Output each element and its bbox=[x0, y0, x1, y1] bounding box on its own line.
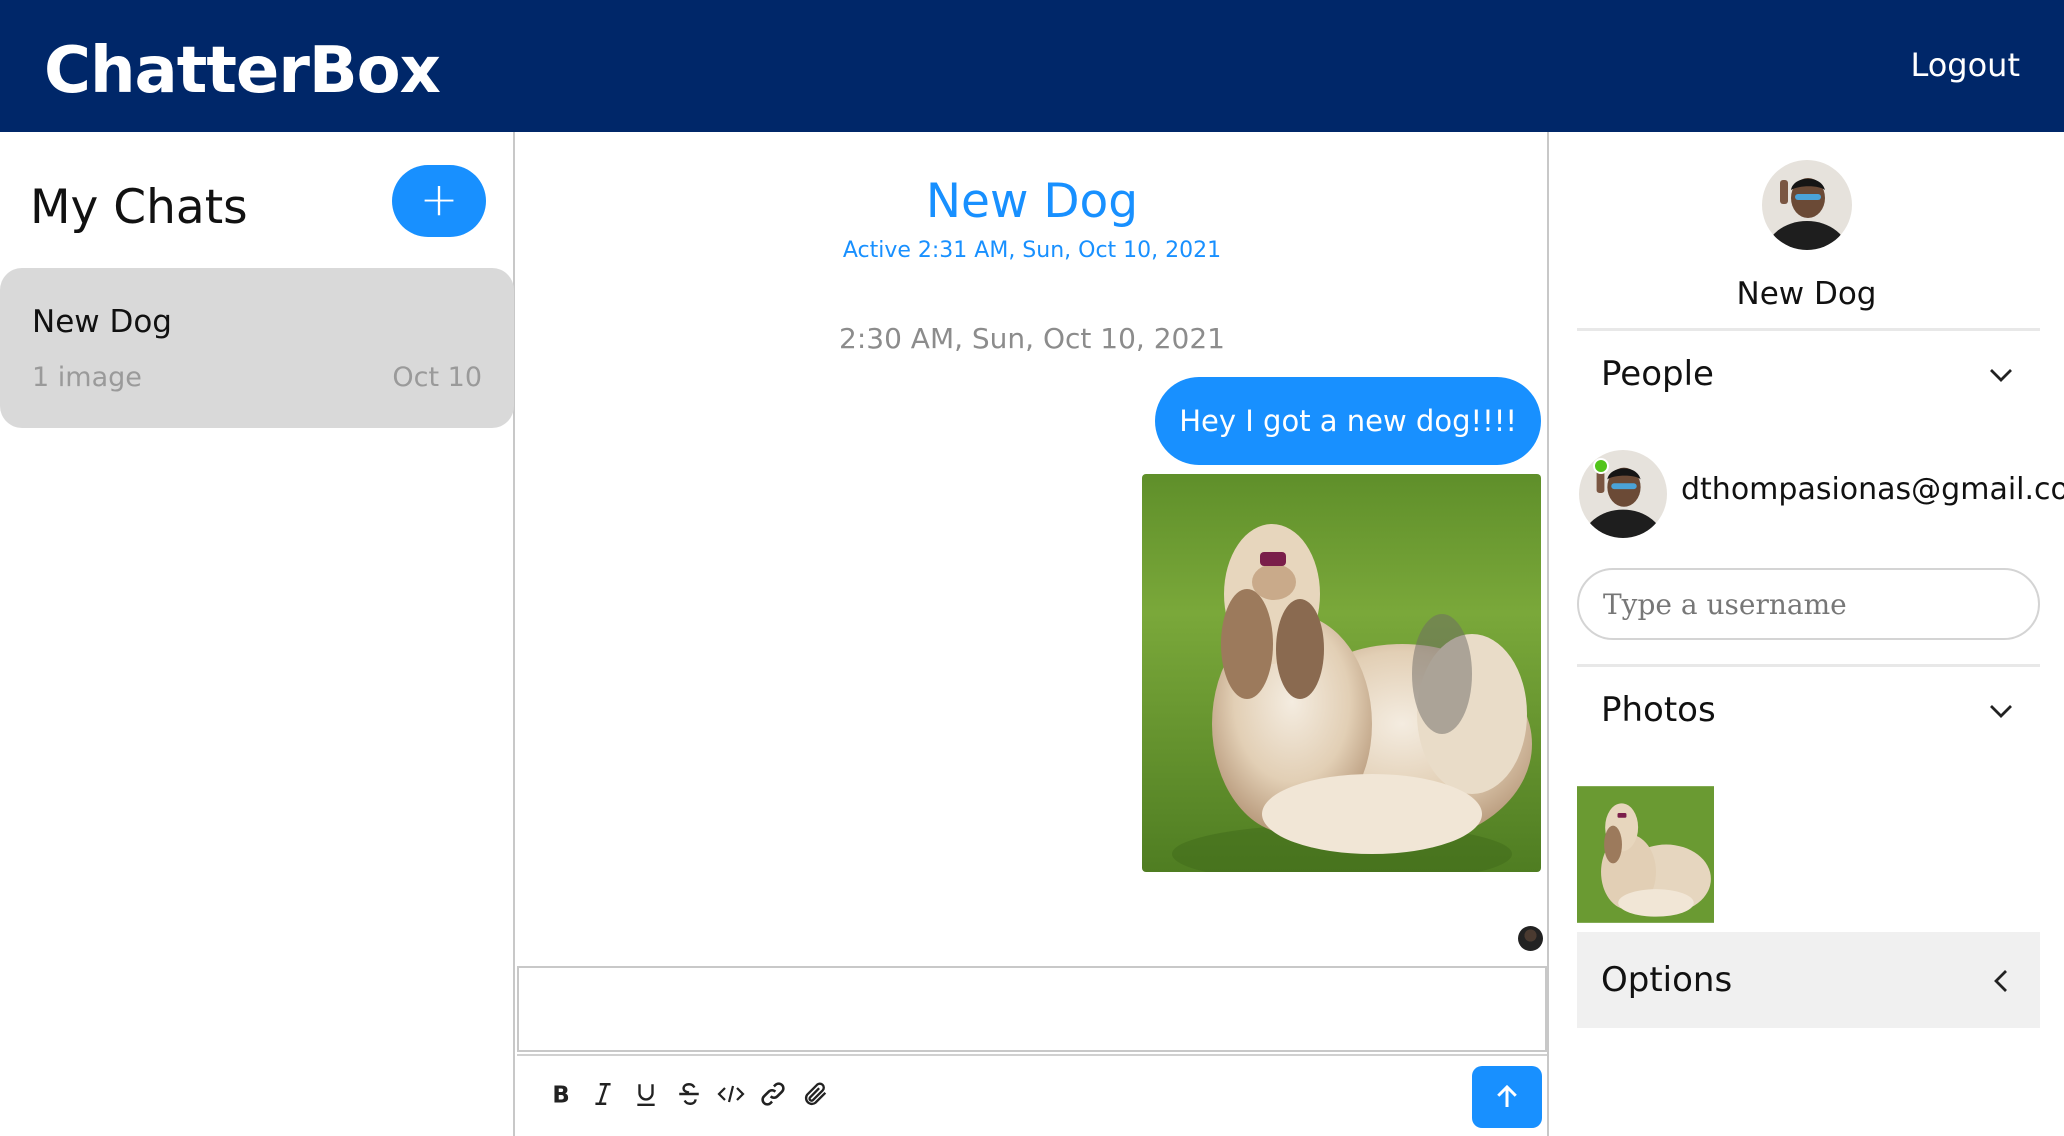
new-chat-button[interactable]: + bbox=[392, 165, 486, 237]
formatting-toolbar: B bbox=[517, 1054, 1547, 1136]
chat-avatar bbox=[1762, 160, 1852, 250]
link-icon[interactable] bbox=[751, 1072, 795, 1116]
divider bbox=[1577, 328, 2040, 331]
dog-photo-thumbnail bbox=[1577, 786, 1714, 923]
people-section-header[interactable]: People bbox=[1577, 332, 2040, 418]
bold-icon[interactable]: B bbox=[539, 1072, 583, 1116]
person-avatar bbox=[1579, 450, 1667, 538]
message-bubble: Hey I got a new dog!!!! bbox=[1155, 377, 1541, 465]
chevron-left-icon bbox=[1984, 964, 2018, 998]
send-button[interactable] bbox=[1472, 1066, 1542, 1128]
people-section-label: People bbox=[1601, 354, 1714, 394]
dog-photo bbox=[1142, 474, 1541, 872]
chat-activity-status: Active 2:31 AM, Sun, Oct 10, 2021 bbox=[842, 238, 1222, 263]
chat-feed: New Dog Active 2:31 AM, Sun, Oct 10, 202… bbox=[515, 132, 1549, 1136]
message-composer: B bbox=[515, 964, 1549, 1136]
underline-icon[interactable] bbox=[624, 1072, 668, 1116]
read-receipt-avatar bbox=[1518, 926, 1543, 951]
photos-section-label: Photos bbox=[1601, 690, 1716, 730]
username-input[interactable] bbox=[1577, 568, 2040, 640]
chat-card-preview: 1 image bbox=[32, 362, 142, 393]
code-icon[interactable] bbox=[709, 1072, 753, 1116]
avatar-photo bbox=[1762, 160, 1852, 250]
avatar-photo bbox=[1579, 450, 1667, 538]
chat-settings-panel: New Dog People dthompasionas@gmail.com P… bbox=[1549, 132, 2064, 1136]
brand-logo: ChatterBox bbox=[44, 34, 441, 108]
options-section-header[interactable]: Options bbox=[1577, 932, 2040, 1028]
chevron-down-icon bbox=[1984, 694, 2018, 728]
strikethrough-icon[interactable] bbox=[667, 1072, 711, 1116]
message-image[interactable] bbox=[1142, 474, 1541, 872]
chat-settings-title: New Dog bbox=[1736, 276, 1877, 312]
divider bbox=[1577, 664, 2040, 667]
photo-thumbnail[interactable] bbox=[1577, 786, 1714, 923]
top-bar: ChatterBox Logout bbox=[0, 0, 2064, 132]
person-row: dthompasionas@gmail.com bbox=[1579, 450, 2064, 540]
chat-card[interactable]: New Dog 1 image Oct 10 bbox=[0, 268, 514, 428]
chat-list-title: My Chats bbox=[30, 180, 248, 235]
arrow-up-icon bbox=[1497, 1084, 1517, 1107]
chat-card-title: New Dog bbox=[32, 304, 172, 340]
attachment-icon[interactable] bbox=[794, 1072, 838, 1116]
logout-button[interactable]: Logout bbox=[1910, 46, 2020, 84]
chat-list-panel: My Chats + New Dog 1 image Oct 10 bbox=[0, 132, 515, 1136]
online-status-icon bbox=[1593, 458, 1609, 474]
chat-title: New Dog bbox=[925, 174, 1139, 229]
message-input[interactable] bbox=[517, 966, 1547, 1052]
italic-icon[interactable] bbox=[581, 1072, 625, 1116]
svg-text:B: B bbox=[552, 1083, 569, 1107]
chevron-down-icon bbox=[1984, 358, 2018, 392]
chat-card-date: Oct 10 bbox=[392, 362, 482, 393]
photos-section-header[interactable]: Photos bbox=[1577, 668, 2040, 754]
person-email: dthompasionas@gmail.com bbox=[1681, 472, 2064, 507]
message-timestamp: 2:30 AM, Sun, Oct 10, 2021 bbox=[839, 322, 1225, 355]
options-section-label: Options bbox=[1601, 960, 1733, 1000]
